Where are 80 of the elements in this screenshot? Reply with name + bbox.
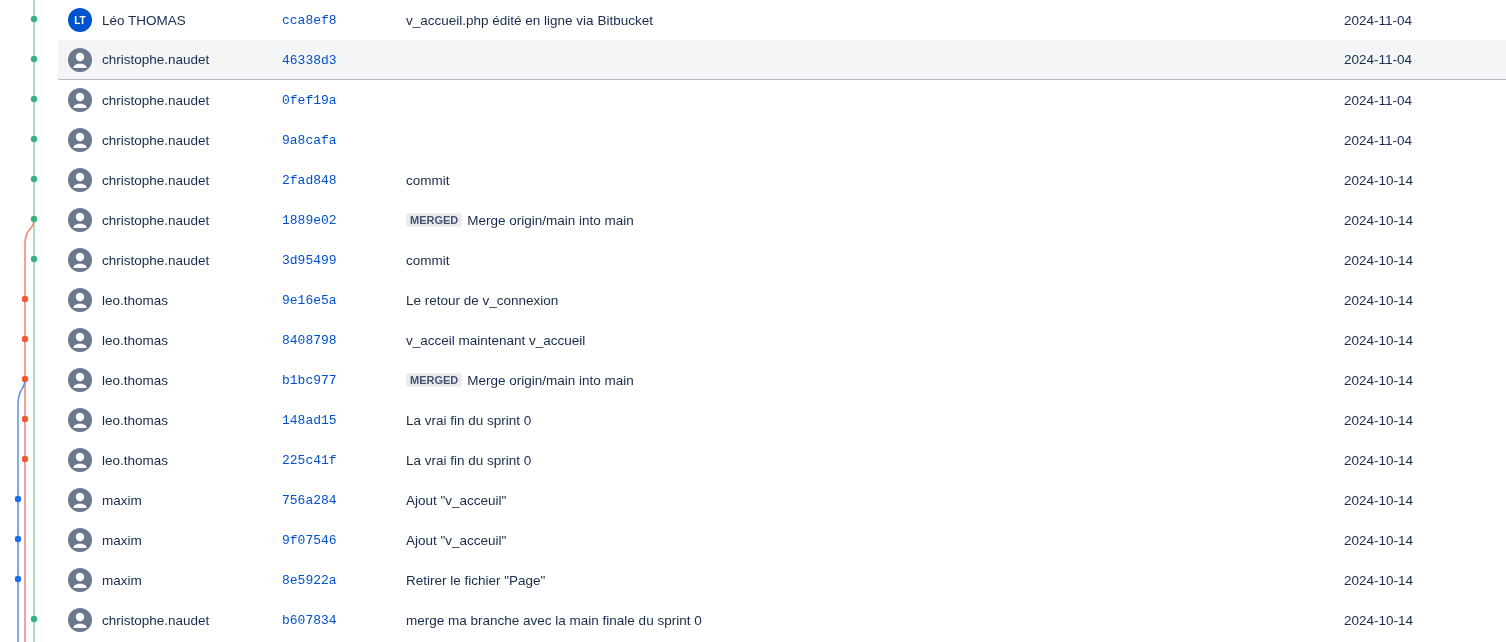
- commit-hash-link[interactable]: 756a284: [282, 493, 337, 508]
- merged-badge: MERGED: [406, 213, 463, 227]
- user-avatar-icon: [68, 568, 92, 592]
- user-avatar-icon: [68, 448, 92, 472]
- commit-date: 2024-10-14: [1344, 212, 1414, 228]
- commit-date: 2024-11-04: [1344, 52, 1413, 67]
- commit-date: 2024-11-04: [1344, 12, 1413, 28]
- author-name: maxim: [102, 572, 143, 588]
- user-avatar-icon: [68, 408, 92, 432]
- commit-hash-link[interactable]: 225c41f: [282, 453, 337, 468]
- commit-hash-link[interactable]: 1889e02: [282, 213, 337, 228]
- author-name: christophe.naudet: [102, 132, 211, 148]
- merged-badge: MERGED: [406, 373, 463, 387]
- user-avatar-icon: [68, 248, 92, 272]
- author-name: christophe.naudet: [102, 212, 211, 228]
- commit-message: Merge origin/main into main: [467, 212, 634, 228]
- author-name: leo.thomas: [102, 412, 170, 428]
- commit-hash-link[interactable]: b607834: [282, 613, 337, 628]
- commit-hash-link[interactable]: 8408798: [282, 333, 337, 348]
- user-avatar-icon: [68, 208, 92, 232]
- commit-date: 2024-10-14: [1344, 332, 1414, 348]
- commit-message: v_acceil maintenant v_accueil: [406, 332, 586, 348]
- commit-date: 2024-10-14: [1344, 572, 1414, 588]
- commit-hash-link[interactable]: 148ad15: [282, 413, 337, 428]
- commit-hash-link[interactable]: 9e16e5a: [282, 293, 337, 308]
- user-avatar-icon: [68, 608, 92, 632]
- commit-message: commit: [406, 252, 450, 268]
- commit-date: 2024-10-14: [1344, 412, 1414, 428]
- commit-hash-link[interactable]: b1bc977: [282, 373, 337, 388]
- author-name: maxim: [102, 532, 143, 548]
- user-avatar-icon: [68, 328, 92, 352]
- author-name: christophe.naudet: [102, 52, 211, 67]
- user-avatar-icon: [68, 288, 92, 312]
- commit-date: 2024-10-14: [1344, 372, 1414, 388]
- commit-message: Merge origin/main into main: [467, 372, 634, 388]
- author-name: leo.thomas: [102, 372, 170, 388]
- author-name: christophe.naudet: [102, 172, 211, 188]
- highlighted-row[interactable]: christophe.naudet 46338d3 2024-11-04: [58, 40, 1506, 80]
- author-name: christophe.naudet: [102, 252, 211, 268]
- user-avatar-icon: [68, 88, 92, 112]
- author-name: christophe.naudet: [102, 92, 211, 108]
- commit-hash-link[interactable]: cca8ef8: [282, 13, 337, 28]
- author-name: Léo THOMAS: [102, 12, 187, 28]
- commit-message: commit: [406, 172, 450, 188]
- commit-date: 2024-10-14: [1344, 172, 1414, 188]
- user-avatar-icon: [68, 528, 92, 552]
- commit-hash-link[interactable]: 46338d3: [282, 52, 337, 68]
- author-name: leo.thomas: [102, 292, 170, 308]
- commit-message: v_accueil.php édité en ligne via Bitbucket: [406, 12, 653, 28]
- commit-date: 2024-11-04: [1344, 132, 1413, 148]
- commit-hash-link[interactable]: 8e5922a: [282, 573, 337, 588]
- user-avatar-icon: [68, 488, 92, 512]
- commit-hash-link[interactable]: 3d95499: [282, 253, 337, 268]
- commit-hash-link[interactable]: 2fad848: [282, 173, 337, 188]
- commit-date: 2024-10-14: [1344, 612, 1414, 628]
- commit-date: 2024-10-14: [1344, 492, 1414, 508]
- author-name: maxim: [102, 492, 143, 508]
- user-avatar-icon: [68, 368, 92, 392]
- commit-date: 2024-10-14: [1344, 252, 1414, 268]
- commit-hash-link[interactable]: 9a8cafa: [282, 133, 337, 148]
- user-avatar-icon: [68, 128, 92, 152]
- commit-message: Retirer le fichier "Page": [406, 572, 546, 588]
- commit-message: La vrai fin du sprint 0: [406, 412, 532, 428]
- commit-date: 2024-10-14: [1344, 292, 1414, 308]
- author-name: leo.thomas: [102, 452, 170, 468]
- user-avatar-icon: [68, 168, 92, 192]
- commit-message: La vrai fin du sprint 0: [406, 452, 532, 468]
- commit-message: Le retour de v_connexion: [406, 292, 559, 308]
- commit-hash-link[interactable]: 0fef19a: [282, 93, 337, 108]
- commit-date: 2024-11-04: [1344, 92, 1413, 108]
- author-name: christophe.naudet: [102, 612, 211, 628]
- commit-message: Ajout "v_acceuil": [406, 492, 507, 508]
- commit-date: 2024-10-14: [1344, 532, 1414, 548]
- commit-date: 2024-10-14: [1344, 452, 1414, 468]
- commit-message: merge ma branche avec la main finale du sprint 0: [406, 612, 702, 628]
- author-name: leo.thomas: [102, 332, 170, 348]
- commit-hash-link[interactable]: 9f07546: [282, 533, 337, 548]
- avatar: LT: [68, 8, 92, 32]
- user-avatar-icon: [68, 47, 92, 72]
- commit-message: Ajout "v_acceuil": [406, 532, 507, 548]
